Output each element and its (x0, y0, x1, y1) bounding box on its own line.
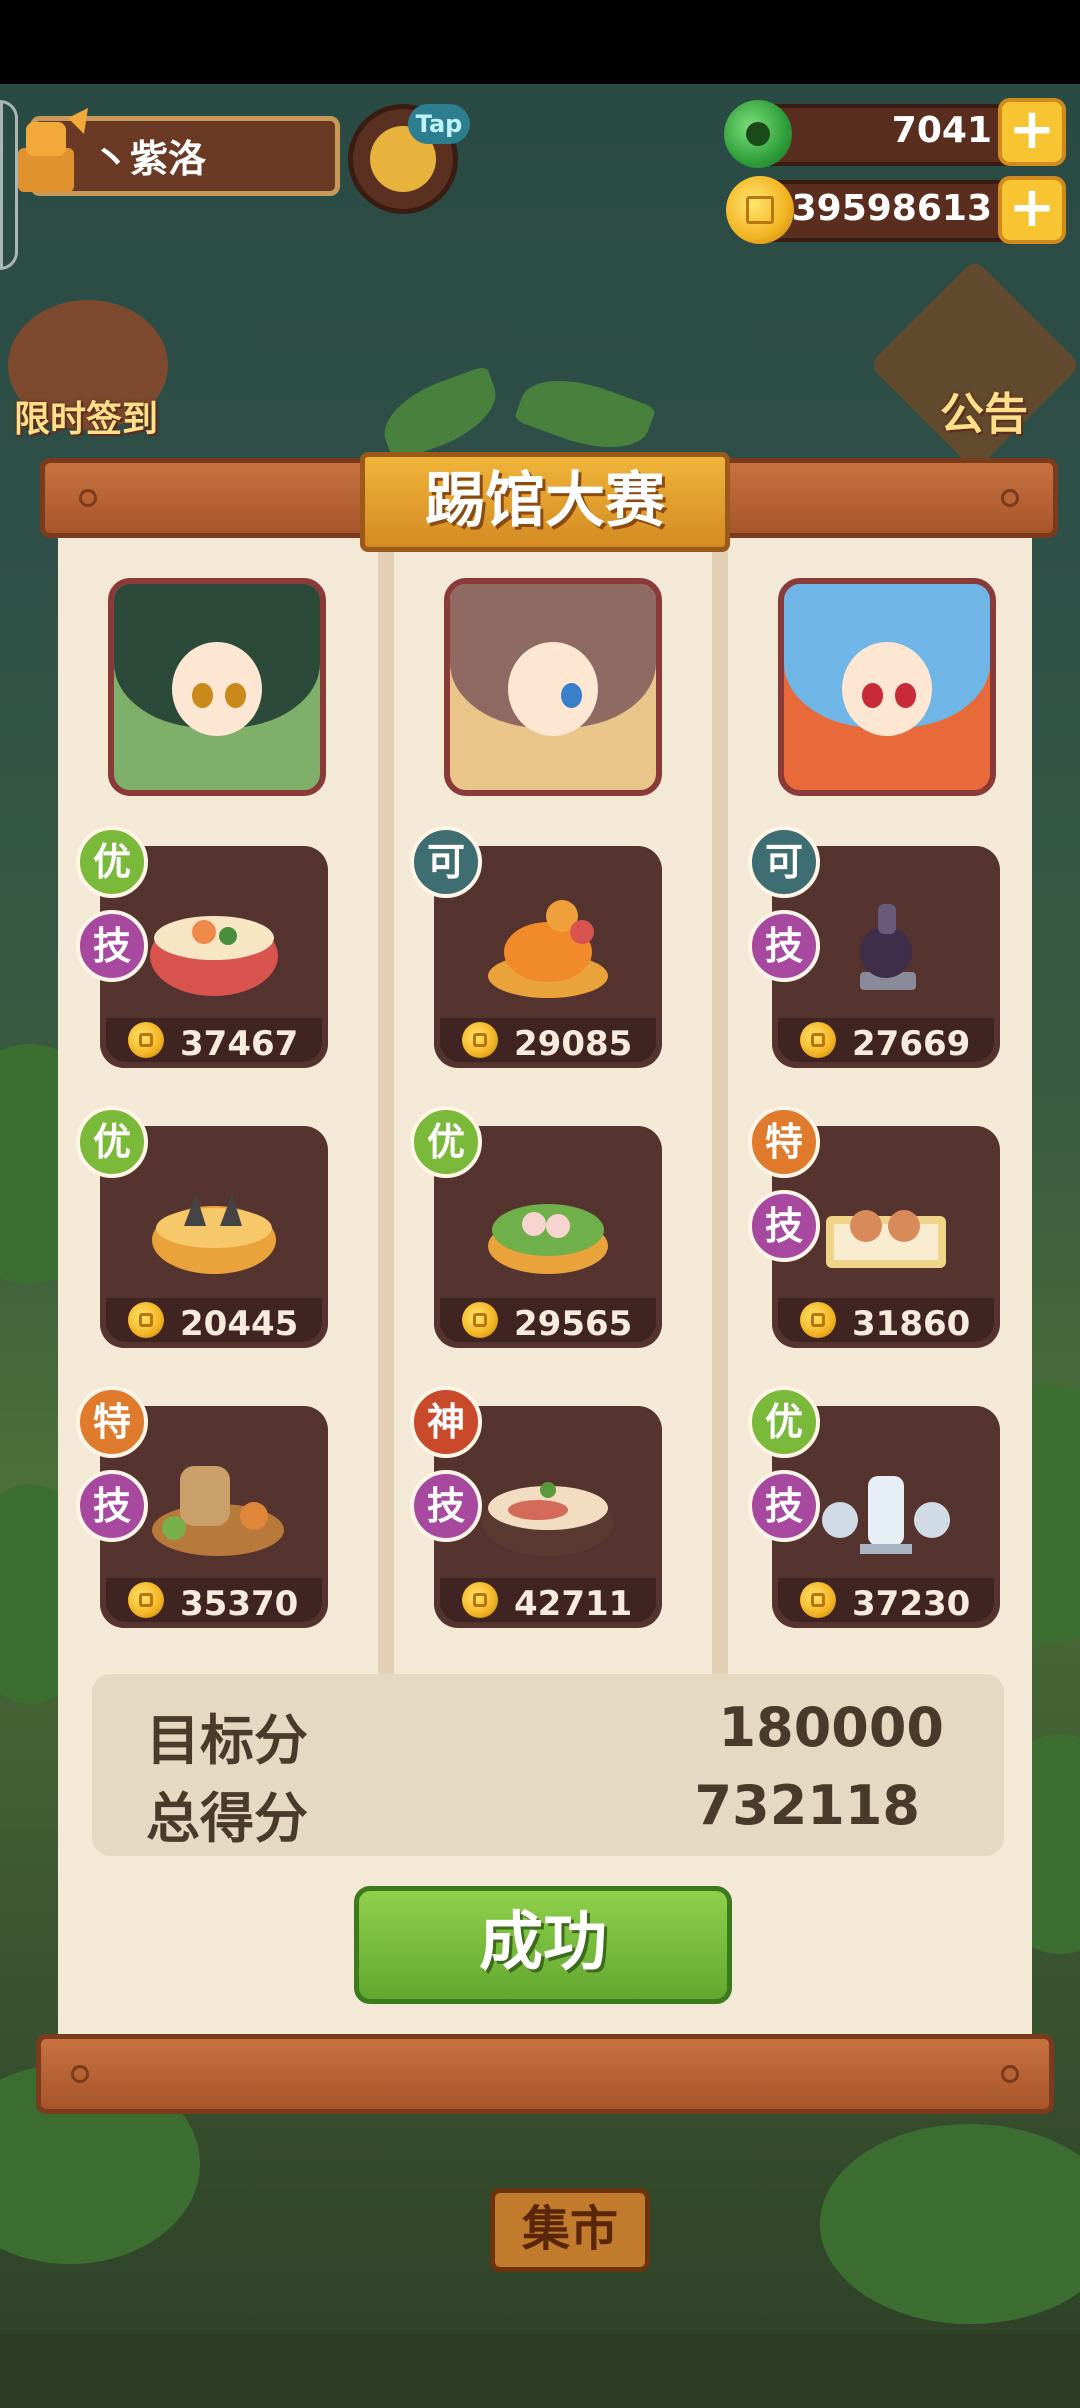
column-divider (712, 536, 728, 1676)
bottom-wood-board (36, 2034, 1054, 2114)
dish-score: 37230 (852, 1584, 971, 1624)
target-score-value: 180000 (718, 1696, 944, 1759)
total-score-label: 总得分 (146, 1787, 308, 1850)
target-score-label: 目标分 (146, 1709, 308, 1772)
score-summary: 目标分 180000 总得分 732118 (92, 1674, 1004, 1856)
bowl-dish-icon (150, 916, 278, 996)
dish-score: 27669 (852, 1024, 971, 1064)
player-name: 丶紫洛 (92, 137, 207, 181)
grade-badge: 可 (748, 826, 820, 898)
grade-badge: 神 (410, 1386, 482, 1458)
dish-score: 29565 (514, 1304, 633, 1344)
success-button[interactable]: 成功 (354, 1886, 732, 2004)
skill-badge: 技 (76, 910, 148, 982)
skill-badge: 技 (748, 1470, 820, 1542)
dumpling-dish-icon (488, 1204, 608, 1274)
phoenix-dish-icon (488, 900, 608, 998)
hotpot-dish-icon (482, 1482, 614, 1556)
grade-badge: 优 (748, 1386, 820, 1458)
coin-icon (800, 1582, 836, 1618)
add-coins-button[interactable]: + (998, 176, 1066, 244)
coin-icon (128, 1302, 164, 1338)
status-bar (0, 0, 1080, 84)
coin-icon (128, 1022, 164, 1058)
coin-value: 39598613 (791, 188, 992, 229)
notice-button-label[interactable]: 公告 (940, 378, 1028, 442)
dialog-title: 踢馆大赛 (360, 452, 730, 552)
tap-label: Tap (408, 104, 470, 144)
column-divider (378, 536, 394, 1676)
chef-portrait-2[interactable] (444, 578, 662, 796)
grade-badge: 特 (748, 1106, 820, 1178)
wine-set-icon (822, 1476, 950, 1554)
dish-score: 35370 (180, 1584, 299, 1624)
coin-icon (800, 1302, 836, 1338)
dish-score: 42711 (514, 1584, 633, 1624)
coin-icon (462, 1022, 498, 1058)
grade-badge: 可 (410, 826, 482, 898)
skill-badge: 技 (748, 910, 820, 982)
grade-badge: 特 (76, 1386, 148, 1458)
skill-badge: 技 (410, 1470, 482, 1542)
jade-value: 7041 (891, 110, 992, 151)
dish-score: 20445 (180, 1304, 299, 1344)
vase-dish-icon (860, 904, 916, 990)
dish-score: 29085 (514, 1024, 633, 1064)
add-jade-button[interactable]: + (998, 98, 1066, 166)
pot-dish-icon (152, 1194, 276, 1274)
coin-icon (462, 1302, 498, 1338)
coin-icon (726, 176, 794, 244)
checkin-button-label[interactable]: 限时签到 (14, 390, 158, 442)
chef-portrait-3[interactable] (778, 578, 996, 796)
skill-badge: 技 (76, 1470, 148, 1542)
skill-badge: 技 (748, 1190, 820, 1262)
coin-icon (128, 1582, 164, 1618)
jade-icon (724, 100, 792, 168)
dish-score: 37467 (180, 1024, 299, 1064)
coin-icon (462, 1582, 498, 1618)
coin-icon (800, 1022, 836, 1058)
feast-set-icon (152, 1466, 284, 1556)
market-button[interactable]: 集市 (490, 2188, 650, 2272)
chef-portrait-1[interactable] (108, 578, 326, 796)
total-score-value: 732118 (694, 1774, 920, 1837)
dim-sum-tray-icon (826, 1210, 946, 1268)
dish-score: 31860 (852, 1304, 971, 1344)
grade-badge: 优 (76, 826, 148, 898)
player-avatar-icon[interactable] (8, 108, 92, 198)
grade-badge: 优 (76, 1106, 148, 1178)
grade-badge: 优 (410, 1106, 482, 1178)
